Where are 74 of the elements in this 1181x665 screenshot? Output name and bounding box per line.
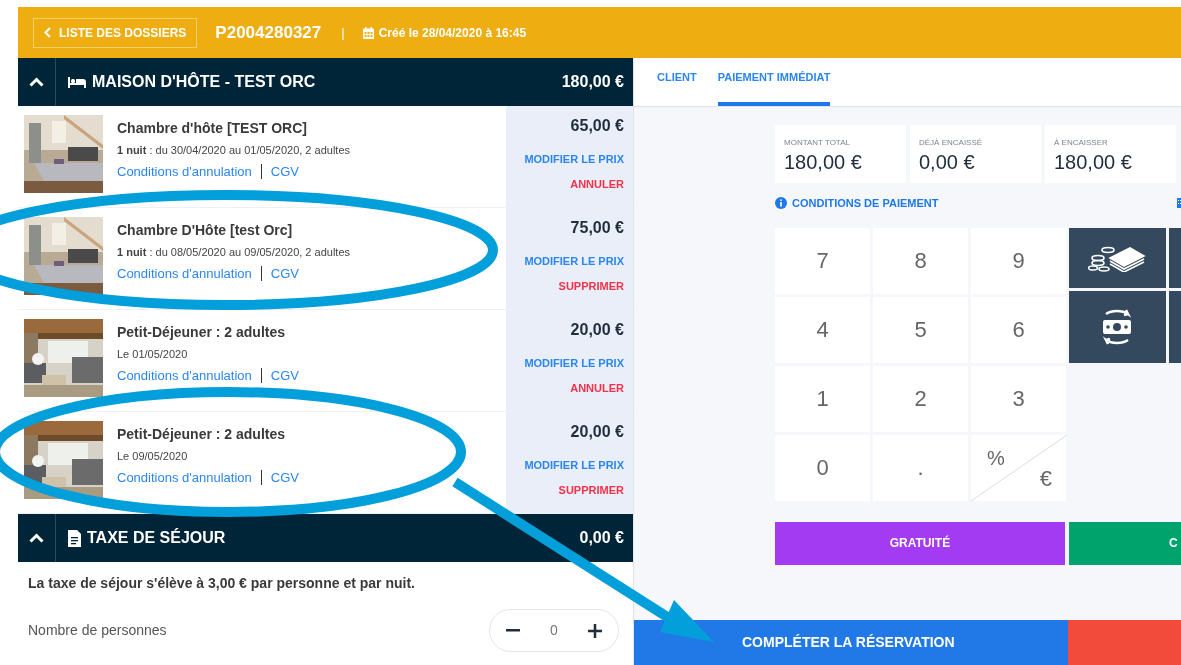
section-title: MAISON D'HÔTE - TEST ORC [92,71,316,92]
item-price: 20,00 € [570,422,624,442]
keypad-key[interactable]: . [873,434,968,501]
amount-value: 180,00 € [784,150,863,174]
edit-price-link[interactable]: MODIFIER LE PRIX [524,457,624,474]
amount-label: DÉJÀ ENCAISSÉ [919,138,984,148]
item-details: 1 nuit : du 30/04/2020 au 01/05/2020, 2 adultes [117,143,351,157]
bank-transfer-button[interactable] [1069,290,1166,363]
remove-link[interactable]: SUPPRIMER [558,277,624,294]
remove-link[interactable]: SUPPRIMER [558,481,624,498]
item-title: Petit-Déjeuner : 2 adultes [117,425,287,443]
remove-link[interactable]: ANNULER [570,379,624,396]
keypad-key[interactable]: 9 [971,227,1066,294]
section-title: TAXE DE SÉJOUR [87,527,226,548]
cash-payment-button[interactable] [1069,227,1166,288]
info-icon [775,197,787,210]
remove-link[interactable]: ANNULER [570,175,624,192]
item-details: 1 nuit : du 08/05/2020 au 09/05/2020, 2 adultes [117,245,351,259]
bed-icon [68,76,86,88]
keypad-key[interactable]: 8 [873,227,968,294]
item-title: Chambre d'hôte [TEST ORC] [117,119,308,137]
field-label: Nombre de personnes [28,621,167,640]
terms-link[interactable]: CGV [270,366,299,386]
section-total: 0,00 € [579,528,624,548]
edit-price-link[interactable]: MODIFIER LE PRIX [524,355,624,372]
section-header[interactable]: TAXE DE SÉJOUR 0,00 € [18,514,633,562]
keypad-key[interactable]: 6 [971,296,1066,363]
tab[interactable]: CLIENT [657,68,697,106]
item-price: 20,00 € [570,320,624,340]
plus-icon[interactable] [588,623,602,638]
terms-link[interactable]: CGV [270,468,299,488]
amount-label: MONTANT TOTAL [784,138,851,148]
stepper-value: 0 [550,621,558,640]
minus-icon[interactable] [506,629,520,632]
section-header[interactable]: MAISON D'HÔTE - TEST ORC 180,00 € [18,58,633,106]
keypad-key[interactable]: 5 [873,296,968,363]
terms-link[interactable]: CGV [270,264,299,284]
keypad-key[interactable]: 1 [775,365,870,432]
item-title: Petit-Déjeuner : 2 adultes [117,323,287,341]
amount-value: 0,00 € [919,150,976,174]
calendar-icon [362,26,374,39]
section-total: 180,00 € [561,72,624,92]
chevron-left-icon [44,27,51,38]
edit-price-link[interactable]: MODIFIER LE PRIX [524,151,624,168]
tax-note: La taxe de séjour s'élève à 3,00 € par personne et par nuit. [28,574,416,593]
item-price: 75,00 € [570,218,624,238]
complete-booking-button[interactable]: COMPLÉTER LA RÉSERVATION [634,620,1068,665]
cancellation-conditions-link[interactable]: Conditions d'annulation [117,468,252,488]
payment-conditions-link[interactable]: CONDITIONS DE PAIEMENT [792,195,939,212]
action-button[interactable]: C [1069,521,1181,565]
tab[interactable]: PAIEMENT IMMÉDIAT [717,68,831,106]
cancellation-conditions-link[interactable]: Conditions d'annulation [117,264,252,284]
keypad-key[interactable]: 2 [873,365,968,432]
percent-euro-key[interactable]: % € [971,434,1066,501]
keypad-key[interactable]: 4 [775,296,870,363]
item-price: 65,00 € [570,116,624,136]
back-button[interactable]: LISTE DES DOSSIERS [33,17,198,48]
item-details: Le 09/05/2020 [117,449,189,463]
separator: | [341,23,345,42]
amount-label: À ENCAISSER [1054,138,1109,148]
cancellation-conditions-link[interactable]: Conditions d'annulation [117,366,252,386]
edit-price-link[interactable]: MODIFIER LE PRIX [524,253,624,270]
dossier-number: P2004280327 [215,21,322,44]
cancellation-conditions-link[interactable]: Conditions d'annulation [117,162,252,182]
action-button[interactable]: GRATUITÉ [775,521,1065,565]
creation-date: Créé le 28/04/2020 à 16:45 [378,24,527,42]
document-icon [68,529,81,547]
item-title: Chambre D'Hôte [test Orc] [117,221,294,239]
amount-value: 180,00 € [1054,150,1133,174]
keypad-key[interactable]: 3 [971,365,1066,432]
item-details: Le 01/05/2020 [117,347,189,361]
keypad-key[interactable]: 7 [775,227,870,294]
keypad-key[interactable]: 0 [775,434,870,501]
terms-link[interactable]: CGV [270,162,299,182]
